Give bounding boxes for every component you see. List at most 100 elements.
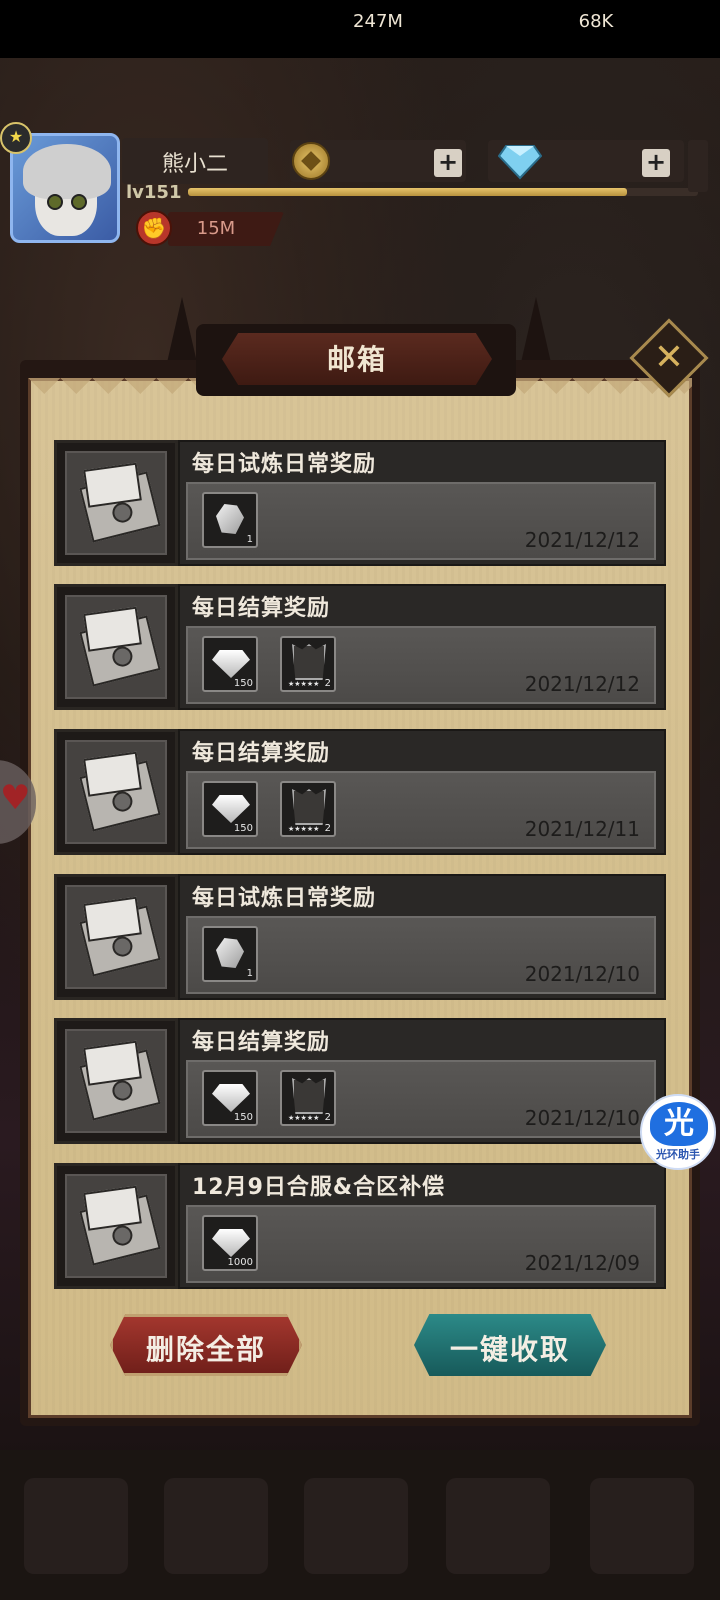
item-count: 150 bbox=[233, 678, 253, 689]
item-stars: ★★★★★ bbox=[288, 1114, 320, 1122]
bottom-tab-1[interactable] bbox=[24, 1478, 128, 1574]
mail-item[interactable]: 12月9日合服&合区补偿 1000 2021/12/09 bbox=[54, 1163, 668, 1289]
player-name-box: 熊小二 bbox=[122, 138, 268, 184]
collect-all-label: 一键收取 bbox=[449, 1333, 570, 1366]
diamond-icon bbox=[212, 1229, 250, 1257]
player-name: 熊小二 bbox=[161, 152, 228, 177]
envelope-icon bbox=[79, 615, 161, 687]
mail-title: 每日试炼日常奖励 bbox=[192, 886, 377, 911]
mail-title: 每日结算奖励 bbox=[192, 1030, 331, 1055]
mail-content: 1000 2021/12/09 bbox=[186, 1205, 656, 1283]
envelope-icon bbox=[79, 760, 161, 832]
helper-label: 光环助手 bbox=[656, 1148, 700, 1161]
frame-spike-right bbox=[520, 297, 552, 367]
reward-item[interactable]: 1 bbox=[202, 492, 258, 548]
avatar-eye-left bbox=[47, 194, 63, 210]
mail-icon-box bbox=[54, 1163, 178, 1289]
mail-icon-box bbox=[54, 729, 178, 855]
collect-all-button[interactable]: 一键收取 bbox=[414, 1314, 606, 1376]
mail-date: 2021/12/10 bbox=[524, 962, 640, 986]
diamond-icon bbox=[212, 795, 250, 823]
armor-icon bbox=[292, 1078, 326, 1114]
envelope-icon bbox=[79, 1049, 161, 1121]
reward-item[interactable]: 1000 bbox=[202, 1215, 258, 1271]
mail-content: 150 ★★★★★ 2 2021/12/11 bbox=[186, 771, 656, 849]
player-level: lv151 bbox=[126, 182, 182, 203]
mail-item[interactable]: 每日结算奖励 150 ★★★★★ 2 2021/12/12 bbox=[54, 584, 668, 710]
mail-item[interactable]: 每日结算奖励 150 ★★★★★ 2 2021/12/11 bbox=[54, 729, 668, 855]
item-count: 150 bbox=[233, 1112, 253, 1123]
reward-item[interactable]: ★★★★★ 2 bbox=[280, 636, 336, 692]
item-count: 2 bbox=[324, 1112, 331, 1123]
mail-title: 每日结算奖励 bbox=[192, 741, 331, 766]
fist-power-icon: ✊ bbox=[136, 210, 172, 246]
add-diamonds-button[interactable]: + bbox=[642, 149, 670, 177]
bottom-tab-2[interactable] bbox=[164, 1478, 268, 1574]
xp-fill bbox=[188, 188, 627, 196]
item-stars: ★★★★★ bbox=[288, 680, 320, 688]
side-menu-tab[interactable] bbox=[688, 140, 708, 192]
add-gold-button[interactable]: + bbox=[434, 149, 462, 177]
item-count: 2 bbox=[324, 823, 331, 834]
mail-icon-box bbox=[54, 440, 178, 566]
mail-icon-box bbox=[54, 584, 178, 710]
armor-icon bbox=[292, 789, 326, 825]
mail-icon-frame bbox=[65, 1174, 167, 1278]
delete-all-label: 删除全部 bbox=[145, 1333, 266, 1366]
mail-date: 2021/12/10 bbox=[524, 1106, 640, 1130]
power-box: 15M bbox=[168, 212, 284, 246]
envelope-icon bbox=[79, 471, 161, 543]
envelope-icon bbox=[79, 905, 161, 977]
bottom-tab-3[interactable] bbox=[304, 1478, 408, 1574]
reward-item[interactable]: 150 bbox=[202, 781, 258, 837]
star-icon: ★ bbox=[0, 122, 32, 154]
avatar-eye-right bbox=[71, 194, 87, 210]
delete-all-button[interactable]: 删除全部 bbox=[110, 1314, 302, 1376]
mail-date: 2021/12/11 bbox=[524, 817, 640, 841]
mail-date: 2021/12/12 bbox=[524, 672, 640, 696]
power-value: 15M bbox=[196, 218, 236, 239]
mail-title: 每日结算奖励 bbox=[192, 596, 331, 621]
mailbox-title: 邮箱 bbox=[326, 343, 387, 376]
reward-item[interactable]: 1 bbox=[202, 926, 258, 982]
reward-item[interactable]: 150 bbox=[202, 1070, 258, 1126]
crystal-gem-icon bbox=[216, 938, 244, 968]
frame-spike-left bbox=[166, 297, 198, 367]
reward-item[interactable]: ★★★★★ 2 bbox=[280, 1070, 336, 1126]
item-stars: ★★★★★ bbox=[288, 825, 320, 833]
item-count: 1 bbox=[246, 534, 253, 545]
mail-icon-frame bbox=[65, 451, 167, 555]
gold-value: 247M bbox=[353, 11, 403, 32]
helper-floating-button[interactable]: 光 光环助手 bbox=[640, 1094, 716, 1170]
mail-item[interactable]: 每日试炼日常奖励 1 2021/12/12 bbox=[54, 440, 668, 566]
xp-bar bbox=[188, 188, 698, 196]
mail-title: 每日试炼日常奖励 bbox=[192, 452, 377, 477]
armor-icon bbox=[292, 644, 326, 680]
reward-item[interactable]: ★★★★★ 2 bbox=[280, 781, 336, 837]
avatar-hair bbox=[23, 144, 111, 199]
gold-coin-icon bbox=[292, 142, 330, 180]
bottom-tab-5[interactable] bbox=[590, 1478, 694, 1574]
mail-item[interactable]: 每日结算奖励 150 ★★★★★ 2 2021/12/10 bbox=[54, 1018, 668, 1144]
mail-date: 2021/12/12 bbox=[524, 528, 640, 552]
mail-content: 1 2021/12/12 bbox=[186, 482, 656, 560]
item-count: 1 bbox=[246, 968, 253, 979]
item-count: 1000 bbox=[227, 1257, 253, 1268]
mail-content: 1 2021/12/10 bbox=[186, 916, 656, 994]
item-count: 2 bbox=[324, 678, 331, 689]
reward-item[interactable]: 150 bbox=[202, 636, 258, 692]
close-icon: ✕ bbox=[653, 337, 685, 378]
mail-item[interactable]: 每日试炼日常奖励 1 2021/12/10 bbox=[54, 874, 668, 1000]
mail-title: 12月9日合服&合区补偿 bbox=[192, 1175, 446, 1200]
mail-icon-frame bbox=[65, 740, 167, 844]
mail-icon-box bbox=[54, 874, 178, 1000]
diamond-icon bbox=[212, 650, 250, 678]
item-count: 150 bbox=[233, 823, 253, 834]
diamond-value: 68K bbox=[578, 11, 614, 32]
mail-icon-box bbox=[54, 1018, 178, 1144]
mail-icon-frame bbox=[65, 595, 167, 699]
diamond-icon bbox=[212, 1084, 250, 1112]
mail-date: 2021/12/09 bbox=[524, 1251, 640, 1275]
bottom-tab-4[interactable] bbox=[446, 1478, 550, 1574]
mail-icon-frame bbox=[65, 1029, 167, 1133]
